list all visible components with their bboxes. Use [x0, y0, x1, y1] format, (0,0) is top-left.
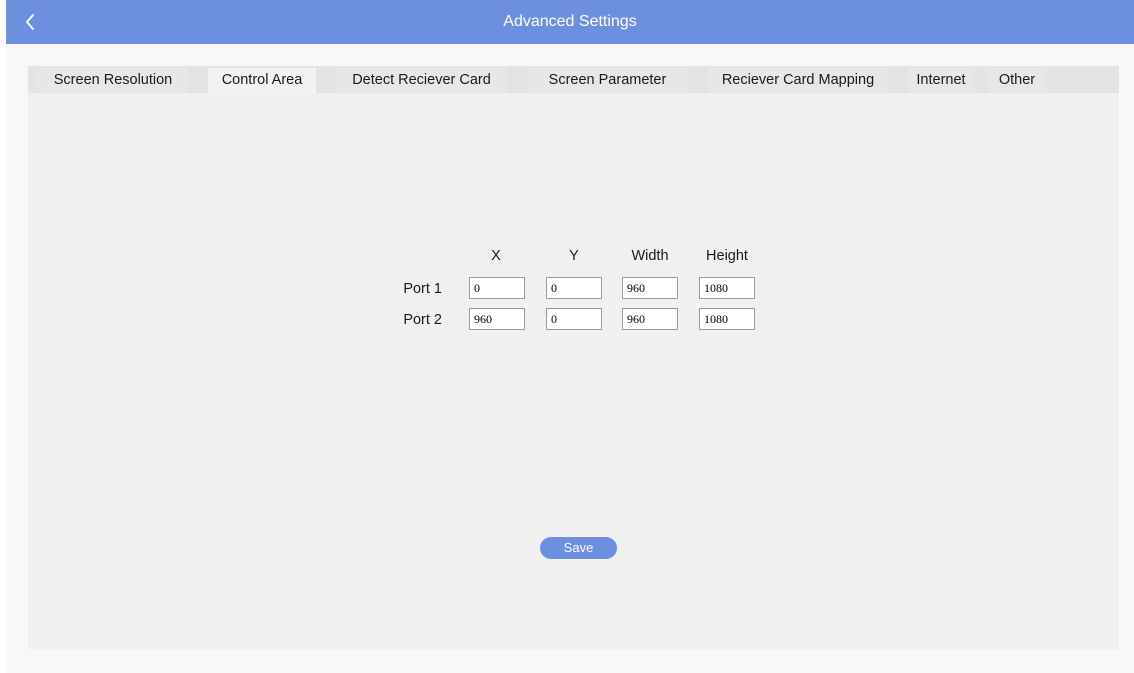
column-header-y: Y: [569, 248, 579, 264]
port-1-height-input[interactable]: [699, 277, 755, 299]
tab-control-area[interactable]: Control Area: [208, 68, 316, 93]
port-1-x-input[interactable]: [469, 277, 525, 299]
port-1-label: Port 1: [403, 281, 442, 297]
tab-detect-reciever-card[interactable]: Detect Reciever Card: [336, 68, 507, 93]
port-1-width-input[interactable]: [622, 277, 678, 299]
tab-internet[interactable]: Internet: [908, 68, 974, 93]
column-header-width: Width: [631, 248, 669, 264]
tab-screen-parameter[interactable]: Screen Parameter: [527, 68, 688, 93]
port-2-height-input[interactable]: [699, 308, 755, 330]
tab-bar: Screen Resolution Control Area Detect Re…: [28, 66, 1119, 93]
app-window: Advanced Settings Screen Resolution Cont…: [6, 0, 1134, 673]
port-1-y-input[interactable]: [546, 277, 602, 299]
column-header-x: X: [491, 248, 501, 264]
tab-other[interactable]: Other: [989, 68, 1045, 93]
page-title: Advanced Settings: [503, 13, 637, 30]
save-button[interactable]: Save: [540, 537, 617, 559]
port-2-label: Port 2: [403, 312, 442, 328]
tab-screen-resolution[interactable]: Screen Resolution: [38, 68, 188, 93]
column-header-height: Height: [706, 248, 748, 264]
port-2-width-input[interactable]: [622, 308, 678, 330]
back-button[interactable]: [20, 8, 46, 36]
settings-panel: Screen Resolution Control Area Detect Re…: [28, 66, 1119, 649]
port-2-y-input[interactable]: [546, 308, 602, 330]
title-bar: Advanced Settings: [6, 0, 1134, 44]
chevron-left-icon: [20, 8, 46, 36]
tab-reciever-card-mapping[interactable]: Reciever Card Mapping: [708, 68, 888, 93]
port-2-x-input[interactable]: [469, 308, 525, 330]
